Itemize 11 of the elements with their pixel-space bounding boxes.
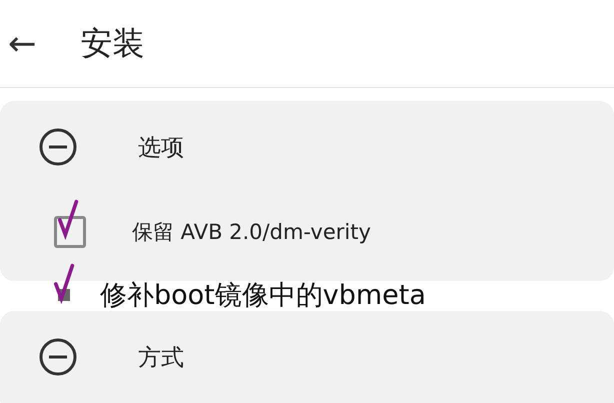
collapse-icon[interactable] xyxy=(38,337,78,377)
collapse-icon[interactable] xyxy=(38,127,78,167)
checkbox[interactable] xyxy=(54,216,86,248)
option-label: 保留 AVB 2.0/dm-verity xyxy=(132,219,371,246)
check-mark-icon xyxy=(58,198,80,242)
section-title: 选项 xyxy=(138,134,184,162)
back-button[interactable]: ← xyxy=(8,26,36,60)
section-title: 方式 xyxy=(138,344,184,372)
check-mark-icon xyxy=(54,263,76,305)
screen-title: 安装 xyxy=(80,22,144,64)
option-label: 修补boot镜像中的vbmeta xyxy=(100,279,426,313)
